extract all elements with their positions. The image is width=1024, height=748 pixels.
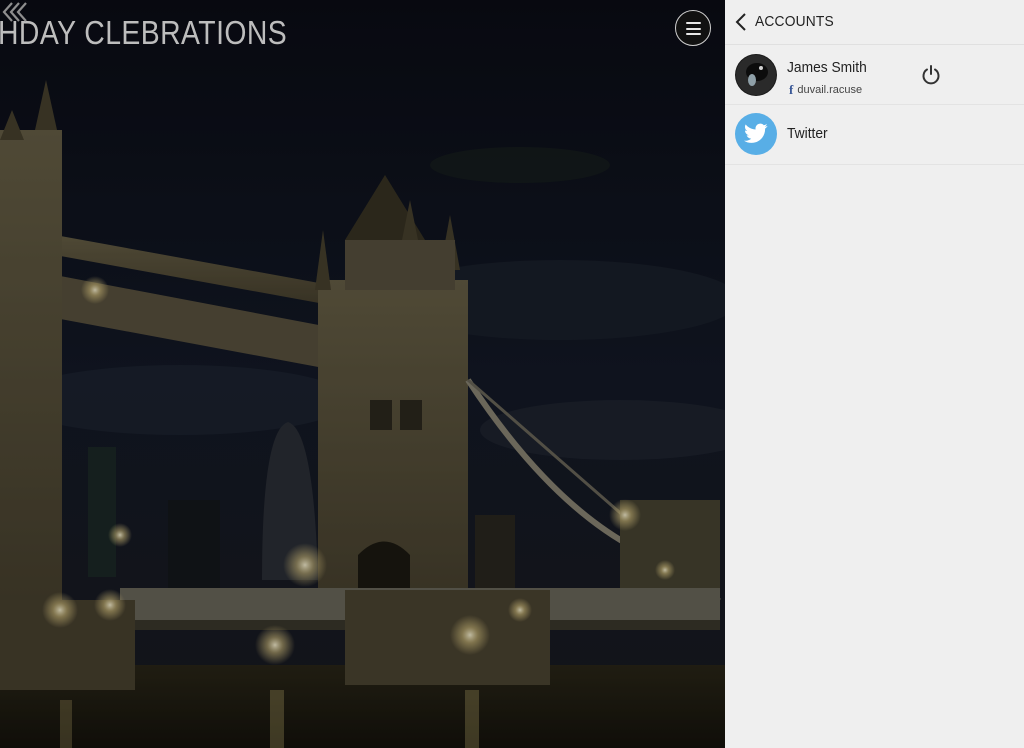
menu-button[interactable]: [675, 10, 711, 46]
facebook-icon: f: [789, 82, 794, 97]
power-icon[interactable]: [921, 64, 941, 86]
double-chevron-left-icon[interactable]: [0, 0, 28, 24]
twitter-avatar: [735, 113, 777, 155]
account-row-twitter[interactable]: Twitter: [725, 105, 1024, 165]
account-handle-line: f duvail.racuse: [789, 82, 862, 98]
hamburger-menu-icon: [686, 22, 701, 39]
panel-header: ACCOUNTS: [725, 0, 1024, 45]
panel-title: ACCOUNTS: [755, 13, 834, 30]
account-row-facebook[interactable]: James Smith f duvail.racuse: [725, 45, 1024, 105]
page-title: HDAY CLEBRATIONS: [0, 14, 288, 51]
account-handle: duvail.racuse: [797, 84, 863, 96]
account-name: Twitter: [787, 125, 828, 142]
twitter-bird-icon: [744, 123, 768, 143]
avatar: [735, 54, 777, 96]
accounts-panel: ACCOUNTS James Smith f duvail.racuse Twit…: [725, 0, 1024, 748]
account-name: James Smith: [787, 59, 867, 76]
background-scene: HDAY CLEBRATIONS: [0, 0, 725, 748]
chevron-left-icon[interactable]: [733, 11, 749, 33]
tower-bridge-night-photo: [0, 0, 725, 748]
